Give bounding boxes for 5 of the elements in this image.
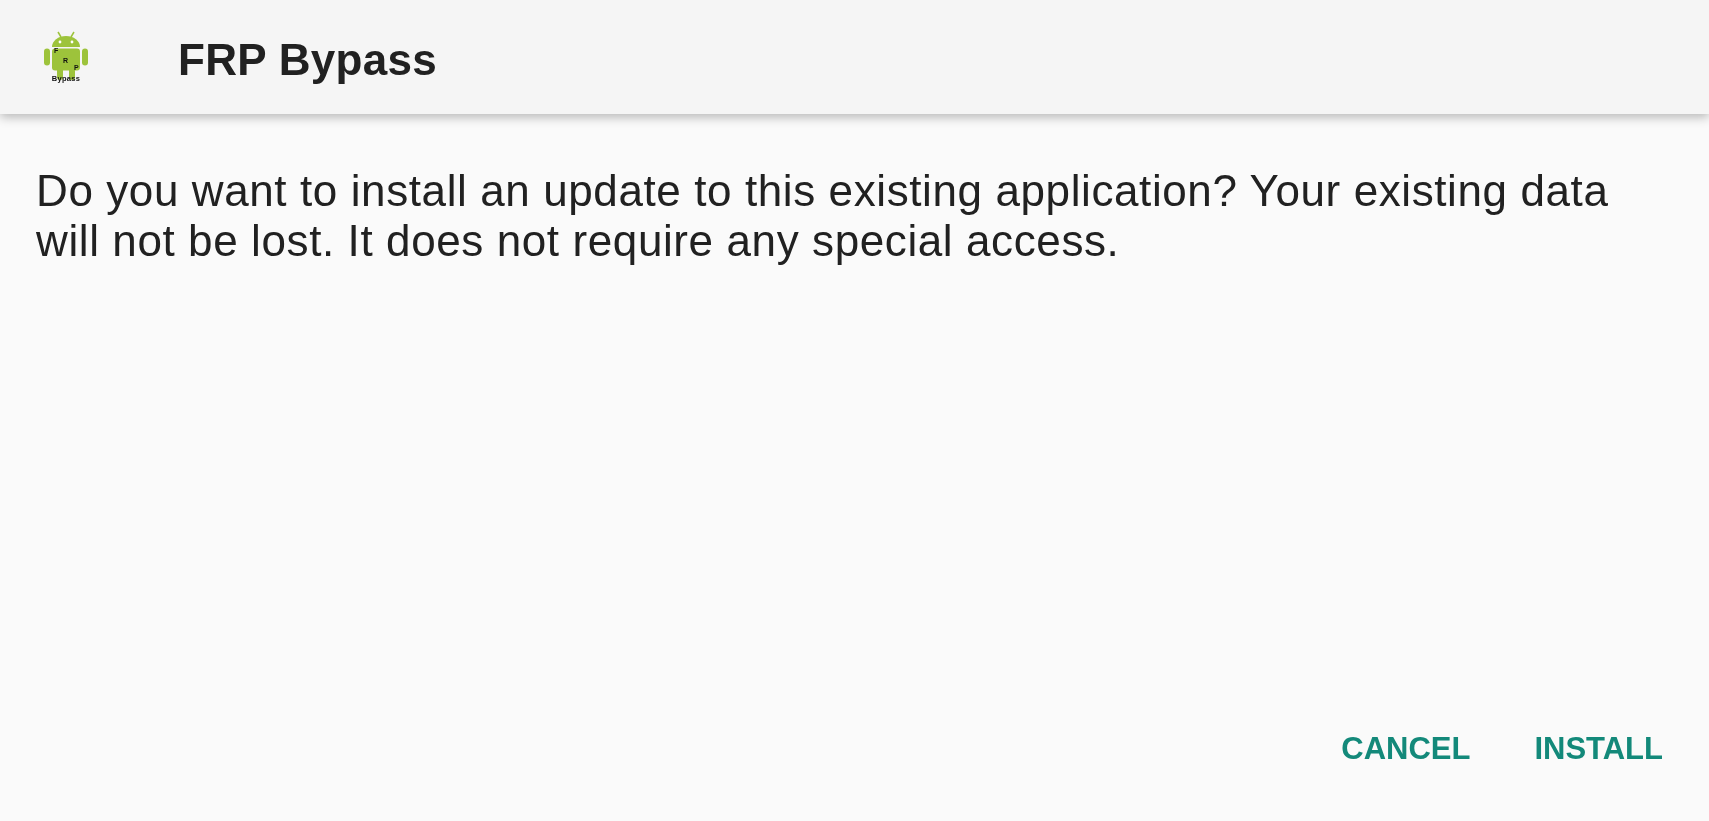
android-robot-icon (43, 31, 89, 81)
install-button[interactable]: INSTALL (1518, 723, 1679, 775)
cancel-button[interactable]: CANCEL (1325, 723, 1487, 775)
dialog-message: Do you want to install an update to this existing application? Your existing data will not be lost. It does not require any special access. (36, 166, 1610, 266)
app-title: FRP Bypass (178, 35, 437, 85)
